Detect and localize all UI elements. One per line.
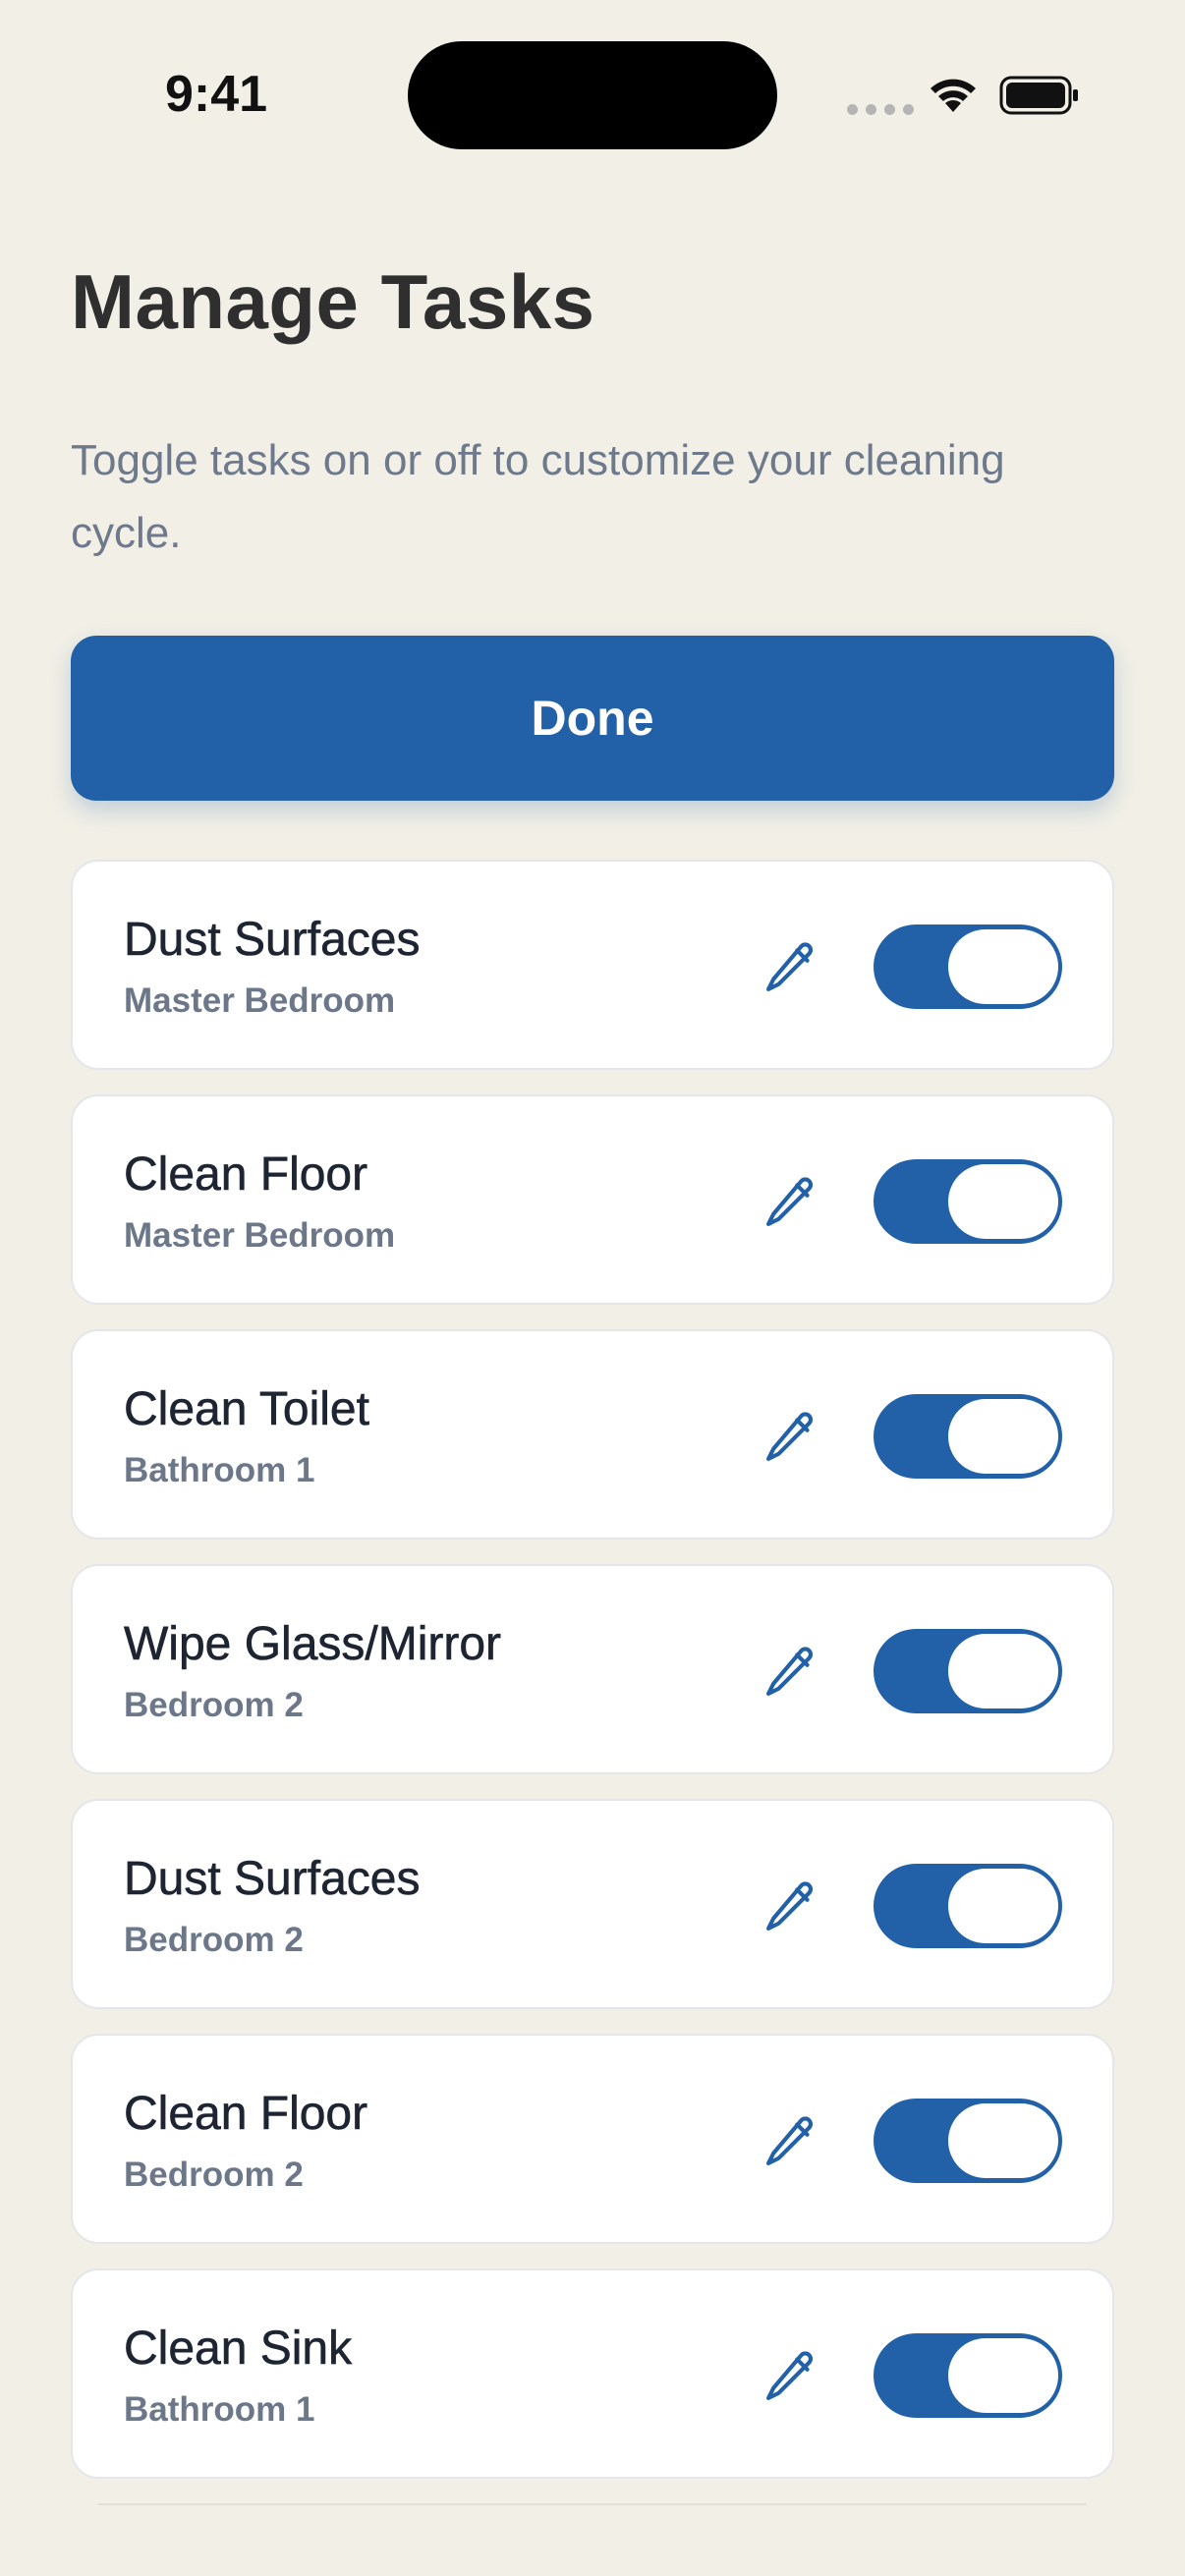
status-bar: 9:41 bbox=[0, 0, 1185, 187]
battery-icon bbox=[999, 76, 1078, 115]
toggle-knob bbox=[948, 1869, 1058, 1943]
task-name: Dust Surfaces bbox=[124, 1853, 421, 1906]
task-name: Clean Sink bbox=[124, 2323, 353, 2376]
task-room: Bedroom 2 bbox=[124, 2156, 304, 2194]
edit-task-button[interactable] bbox=[751, 1163, 829, 1242]
edit-task-button[interactable] bbox=[751, 1398, 829, 1477]
toggle-knob bbox=[948, 1634, 1058, 1708]
pencil-icon bbox=[765, 1881, 814, 1932]
task-list: Dust Surfaces Master Bedroom Clean Floor… bbox=[71, 860, 1114, 2503]
done-button[interactable]: Done bbox=[71, 636, 1114, 801]
task-card: Clean Floor Bedroom 2 bbox=[71, 2034, 1114, 2244]
toggle-knob bbox=[948, 1164, 1058, 1239]
pencil-icon bbox=[765, 1177, 814, 1227]
dynamic-island bbox=[408, 41, 777, 149]
wifi-icon bbox=[931, 79, 976, 112]
task-toggle[interactable] bbox=[874, 1629, 1062, 1713]
task-toggle[interactable] bbox=[874, 1864, 1062, 1948]
toggle-knob bbox=[948, 2338, 1058, 2413]
pencil-icon bbox=[765, 1412, 814, 1462]
task-card: Wipe Glass/Mirror Bedroom 2 bbox=[71, 1564, 1114, 1774]
edit-task-button[interactable] bbox=[751, 928, 829, 1007]
task-card: Dust Surfaces Master Bedroom bbox=[71, 860, 1114, 1070]
task-card: Dust Surfaces Bedroom 2 bbox=[71, 1799, 1114, 2009]
task-name: Dust Surfaces bbox=[124, 914, 421, 967]
toggle-knob bbox=[948, 1399, 1058, 1474]
task-toggle[interactable] bbox=[874, 1159, 1062, 1244]
edit-task-button[interactable] bbox=[751, 2337, 829, 2416]
task-card: Clean Sink Bathroom 1 bbox=[71, 2268, 1114, 2479]
task-name: Clean Toilet bbox=[124, 1383, 370, 1436]
pencil-icon bbox=[765, 2351, 814, 2401]
task-name: Clean Floor bbox=[124, 1148, 368, 1202]
task-name: Clean Floor bbox=[124, 2088, 368, 2141]
status-icons bbox=[847, 69, 1083, 118]
task-name: Wipe Glass/Mirror bbox=[124, 1618, 502, 1671]
toggle-knob bbox=[948, 2103, 1058, 2178]
cellular-signal-icon bbox=[847, 104, 914, 115]
divider bbox=[98, 2503, 1087, 2505]
task-room: Bedroom 2 bbox=[124, 1686, 304, 1724]
task-toggle[interactable] bbox=[874, 924, 1062, 1009]
edit-task-button[interactable] bbox=[751, 2102, 829, 2181]
pencil-icon bbox=[765, 1647, 814, 1697]
task-room: Master Bedroom bbox=[124, 1216, 396, 1255]
page-title: Manage Tasks bbox=[71, 258, 595, 345]
task-room: Bathroom 1 bbox=[124, 1451, 315, 1489]
task-toggle[interactable] bbox=[874, 2333, 1062, 2418]
task-room: Bedroom 2 bbox=[124, 1921, 304, 1959]
task-toggle[interactable] bbox=[874, 1394, 1062, 1479]
toggle-knob bbox=[948, 929, 1058, 1004]
edit-task-button[interactable] bbox=[751, 1868, 829, 1946]
task-card: Clean Floor Master Bedroom bbox=[71, 1094, 1114, 1305]
task-room: Master Bedroom bbox=[124, 981, 396, 1020]
pencil-icon bbox=[765, 942, 814, 992]
task-room: Bathroom 1 bbox=[124, 2390, 315, 2429]
edit-task-button[interactable] bbox=[751, 1633, 829, 1711]
page-subtitle: Toggle tasks on or off to customize your… bbox=[71, 436, 1005, 557]
pencil-icon bbox=[765, 2116, 814, 2166]
task-card: Clean Toilet Bathroom 1 bbox=[71, 1329, 1114, 1540]
task-toggle[interactable] bbox=[874, 2099, 1062, 2183]
status-time: 9:41 bbox=[165, 66, 268, 123]
